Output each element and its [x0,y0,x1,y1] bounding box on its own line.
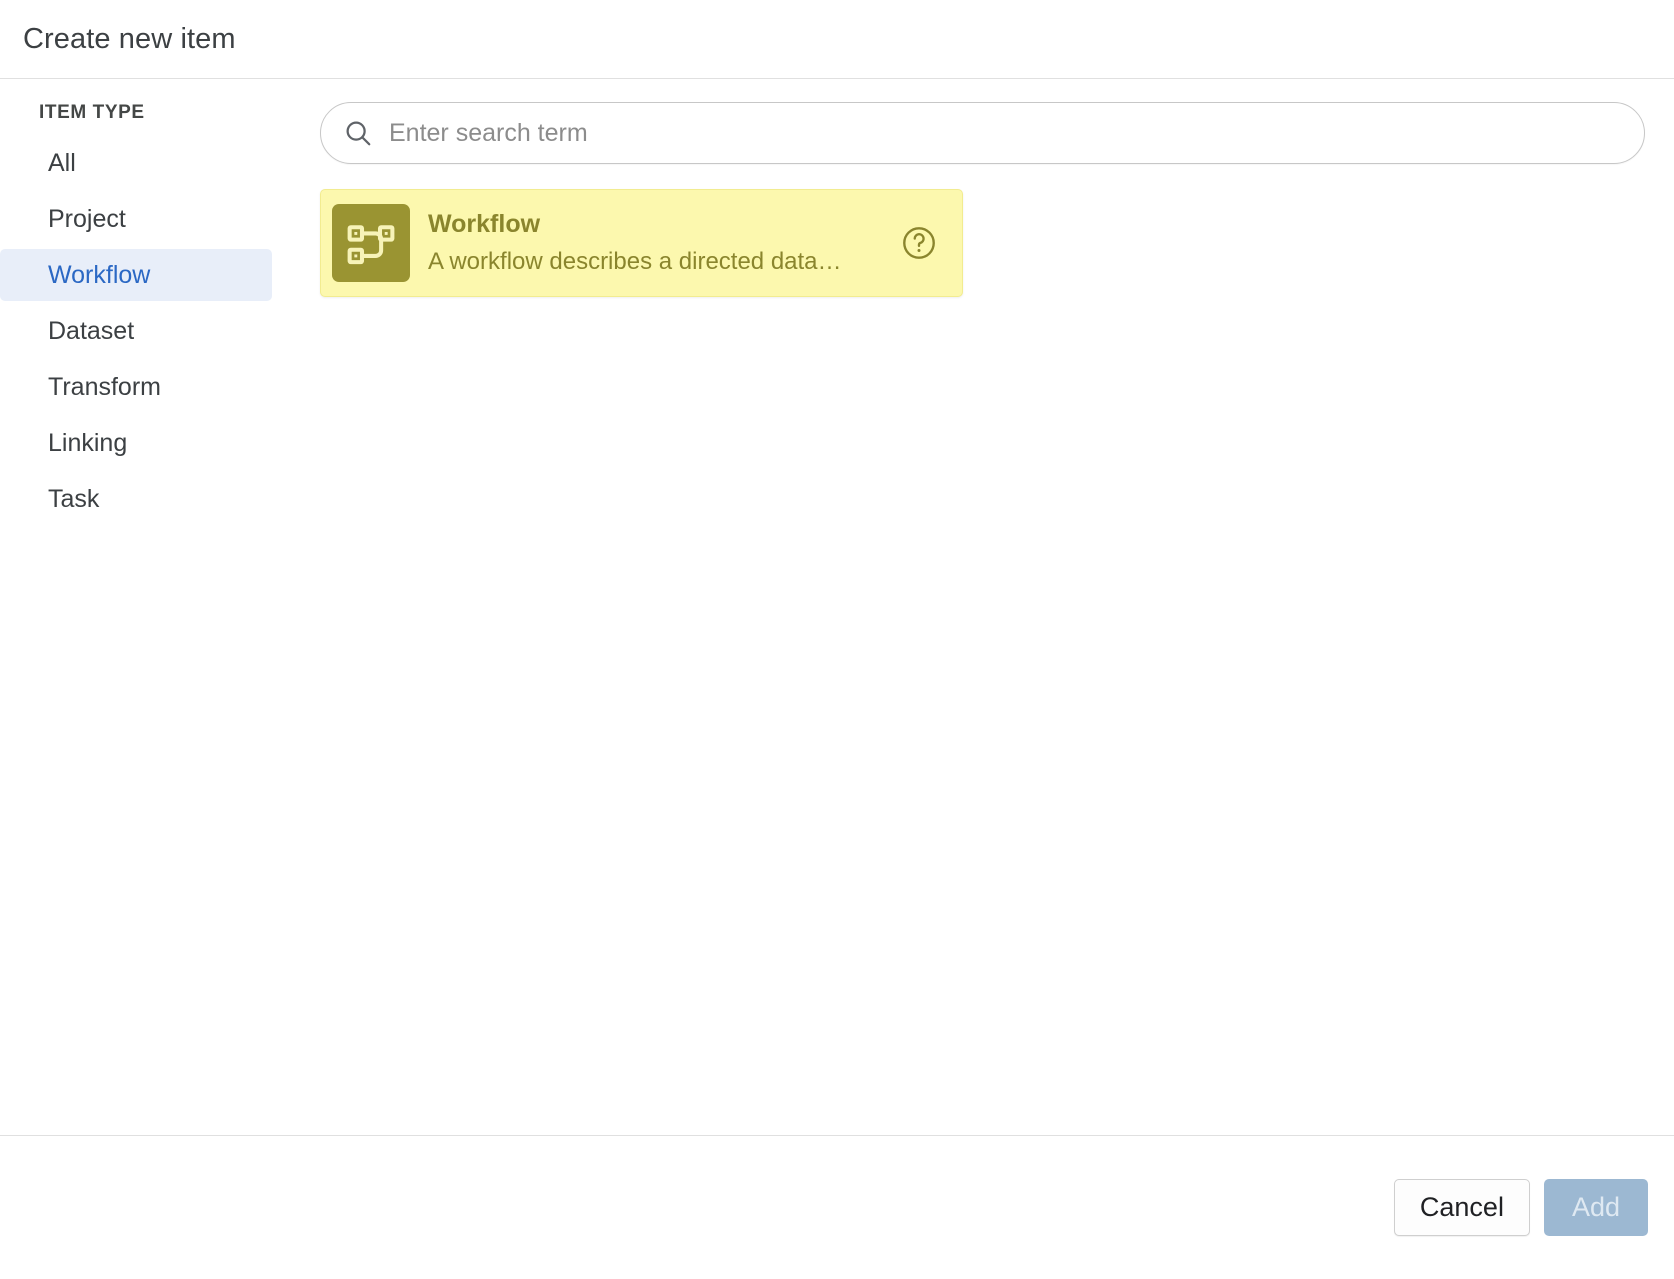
sidebar-item-task[interactable]: Task [0,473,272,525]
sidebar: ITEM TYPE All Project Workflow Dataset T… [0,79,311,1135]
workflow-graph-icon [332,204,410,282]
sidebar-item-all[interactable]: All [0,137,272,189]
dialog-header: Create new item [0,0,1674,79]
result-card-workflow[interactable]: Workflow A workflow describes a directed… [320,189,963,297]
sidebar-heading: ITEM TYPE [0,102,311,124]
content-panel: Workflow A workflow describes a directed… [311,79,1674,1135]
sidebar-item-workflow[interactable]: Workflow [0,249,272,301]
sidebar-item-label: Transform [48,373,161,402]
sidebar-item-transform[interactable]: Transform [0,361,272,413]
sidebar-list: All Project Workflow Dataset Transform L… [0,137,311,529]
sidebar-item-linking[interactable]: Linking [0,417,272,469]
search-input[interactable] [389,103,1644,163]
help-circle-icon[interactable] [900,224,938,262]
dialog-footer: Cancel Add [0,1135,1674,1279]
sidebar-item-label: Linking [48,429,127,458]
results-list: Workflow A workflow describes a directed… [320,189,1645,297]
search-icon [343,118,373,148]
sidebar-item-label: Task [48,485,99,514]
cancel-button[interactable]: Cancel [1394,1179,1530,1236]
sidebar-item-label: Workflow [48,261,150,290]
sidebar-item-project[interactable]: Project [0,193,272,245]
dialog-body: ITEM TYPE All Project Workflow Dataset T… [0,79,1674,1135]
page-title: Create new item [23,23,236,56]
create-new-item-dialog: Create new item ITEM TYPE All Project Wo… [0,0,1674,1279]
add-button[interactable]: Add [1544,1179,1648,1236]
sidebar-item-label: All [48,149,76,178]
sidebar-item-label: Dataset [48,317,134,346]
sidebar-item-dataset[interactable]: Dataset [0,305,272,357]
result-card-title: Workflow [428,209,890,240]
result-card-text: Workflow A workflow describes a directed… [428,209,890,277]
result-card-description: A workflow describes a directed data pr… [428,248,843,277]
search-bar[interactable] [320,102,1645,164]
sidebar-item-label: Project [48,205,126,234]
